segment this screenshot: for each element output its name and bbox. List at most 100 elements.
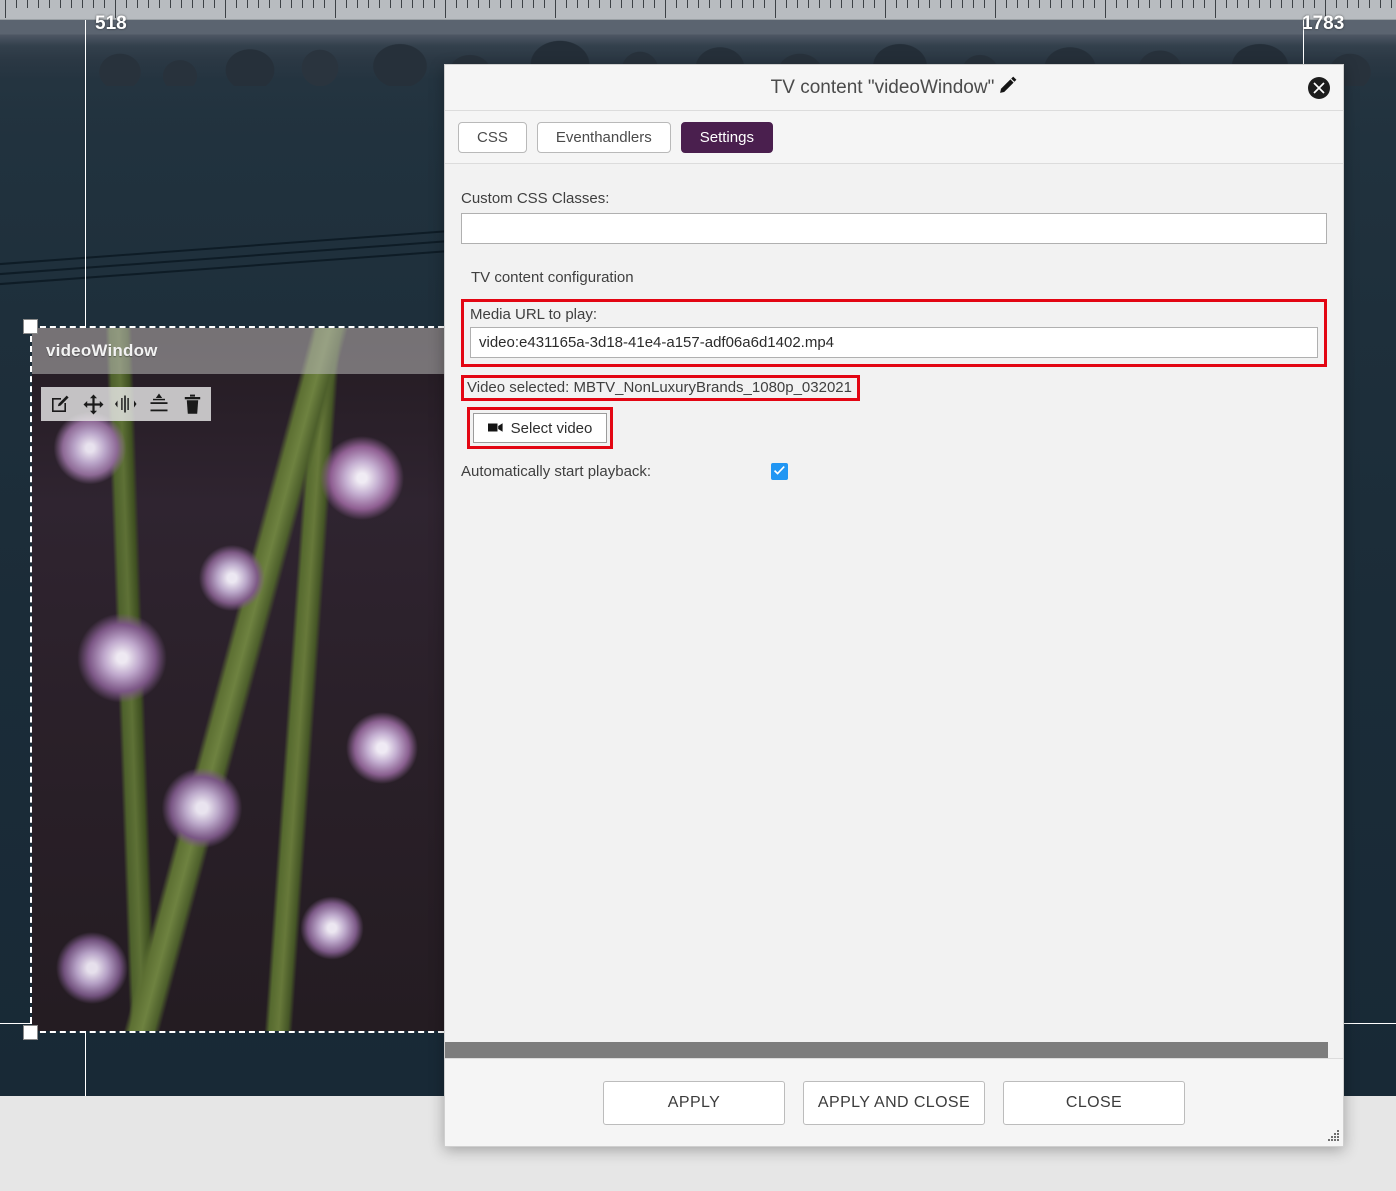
ruler-tick-minor	[1061, 0, 1062, 8]
ruler-tick-minor	[192, 0, 193, 8]
media-url-highlight: Media URL to play:	[461, 299, 1327, 367]
pencil-icon[interactable]	[1000, 76, 1017, 99]
ruler-tick-minor	[1347, 0, 1348, 8]
move-icon[interactable]	[82, 393, 104, 415]
apply-and-close-button[interactable]: APPLY AND CLOSE	[803, 1080, 985, 1125]
align-horizontal-center-icon[interactable]	[115, 393, 137, 415]
ruler-tick-minor	[929, 0, 930, 8]
autoplay-checkbox[interactable]	[771, 463, 788, 480]
ruler-tick-minor	[566, 0, 567, 8]
ruler-tick-minor	[1149, 0, 1150, 8]
ruler-tick-minor	[841, 0, 842, 8]
ruler-tick-minor	[588, 0, 589, 8]
ruler-tick-minor	[302, 0, 303, 8]
ruler-tick-minor	[148, 0, 149, 8]
ruler-tick-minor	[511, 0, 512, 8]
ruler-tick-minor	[280, 0, 281, 8]
ruler-tick-minor	[808, 0, 809, 8]
trash-icon[interactable]	[181, 393, 203, 415]
ruler-tick-minor	[269, 0, 270, 8]
ruler-tick-minor	[93, 0, 94, 8]
ruler-tick-minor	[1127, 0, 1128, 8]
ruler-tick-minor	[60, 0, 61, 8]
dialog-tabs[interactable]: CSS Eventhandlers Settings	[445, 111, 1343, 164]
dialog-horizontal-scrollbar[interactable]	[445, 1042, 1335, 1058]
ruler-tick-minor	[368, 0, 369, 8]
tab-eventhandlers[interactable]: Eventhandlers	[536, 121, 671, 153]
tab-settings[interactable]: Settings	[680, 121, 773, 153]
ruler-tick-major	[555, 0, 556, 18]
ruler-tick-minor	[1336, 0, 1337, 8]
close-button[interactable]: CLOSE	[1003, 1080, 1185, 1125]
select-video-button[interactable]: Select video	[473, 413, 607, 443]
tab-css[interactable]: CSS	[458, 121, 527, 153]
autoplay-row: Automatically start playback:	[461, 463, 1327, 480]
ruler-tick-minor	[49, 0, 50, 8]
ruler-tick-minor	[1248, 0, 1249, 8]
ruler-tick-minor	[1193, 0, 1194, 8]
ruler-tick-minor	[830, 0, 831, 8]
ruler-tick-minor	[1358, 0, 1359, 8]
video-window-element[interactable]: videoWindow	[23, 319, 454, 1040]
close-circle-icon[interactable]	[1308, 76, 1330, 99]
ruler-tick-minor	[170, 0, 171, 8]
ruler-marker-left: 518	[95, 13, 127, 34]
ruler-tick-minor	[709, 0, 710, 8]
ruler-tick-minor	[907, 0, 908, 8]
ruler-tick-minor	[1237, 0, 1238, 8]
dialog-titlebar[interactable]: TV content "videoWindow"	[445, 65, 1343, 111]
ruler-tick-minor	[1083, 0, 1084, 8]
ruler-tick-minor	[599, 0, 600, 8]
ruler-tick-major	[225, 0, 226, 18]
ruler-tick-minor	[1116, 0, 1117, 8]
ruler-tick-minor	[863, 0, 864, 8]
ruler-tick-minor	[258, 0, 259, 8]
edit-icon[interactable]	[49, 393, 71, 415]
ruler-tick-minor	[1380, 0, 1381, 8]
ruler-tick-minor	[1270, 0, 1271, 8]
media-url-label: Media URL to play:	[470, 306, 598, 323]
ruler-tick-minor	[1039, 0, 1040, 8]
scrollbar-thumb[interactable]	[445, 1042, 1328, 1058]
custom-css-input[interactable]	[461, 213, 1327, 244]
ruler-tick-minor	[104, 0, 105, 8]
ruler-tick-minor	[973, 0, 974, 8]
ruler-tick-minor	[1281, 0, 1282, 8]
ruler-tick-minor	[357, 0, 358, 8]
ruler-tick-minor	[764, 0, 765, 8]
ruler-tick-minor	[1017, 0, 1018, 8]
ruler-tick-minor	[797, 0, 798, 8]
ruler-tick-minor	[1314, 0, 1315, 8]
ruler-tick-minor	[742, 0, 743, 8]
align-vertical-center-icon[interactable]	[148, 393, 170, 415]
apply-button[interactable]: APPLY	[603, 1080, 785, 1125]
ruler-tick-major	[1105, 0, 1106, 18]
ruler-tick-minor	[698, 0, 699, 8]
dialog-title-wrap: TV content "videoWindow"	[771, 76, 1018, 99]
element-toolbar[interactable]	[41, 387, 211, 421]
ruler-tick-minor	[1072, 0, 1073, 8]
resize-handle-top-left[interactable]	[23, 319, 38, 334]
ruler-tick-major	[995, 0, 996, 18]
ruler-tick-minor	[324, 0, 325, 8]
ruler-tick-minor	[918, 0, 919, 8]
media-url-input[interactable]	[470, 327, 1318, 358]
screen: videoWindow 518 1783 TV content "videoWi…	[0, 0, 1396, 1191]
ruler-tick-minor	[1171, 0, 1172, 8]
ruler-tick-minor	[632, 0, 633, 8]
ruler-tick-minor	[951, 0, 952, 8]
ruler-tick-minor	[874, 0, 875, 8]
ruler-tick-minor	[181, 0, 182, 8]
ruler-tick-major	[335, 0, 336, 18]
ruler-tick-minor	[786, 0, 787, 8]
ruler-tick-minor	[522, 0, 523, 8]
dialog-resize-grip[interactable]	[1327, 1130, 1340, 1143]
ruler-tick-minor	[38, 0, 39, 8]
ruler-tick-minor	[71, 0, 72, 8]
resize-handle-bottom-left[interactable]	[23, 1025, 38, 1040]
ruler-tick-minor	[313, 0, 314, 8]
horizontal-ruler[interactable]	[0, 0, 1396, 20]
ruler-tick-minor	[500, 0, 501, 8]
tv-content-configuration-title: TV content configuration	[471, 269, 634, 286]
ruler-tick-minor	[731, 0, 732, 8]
